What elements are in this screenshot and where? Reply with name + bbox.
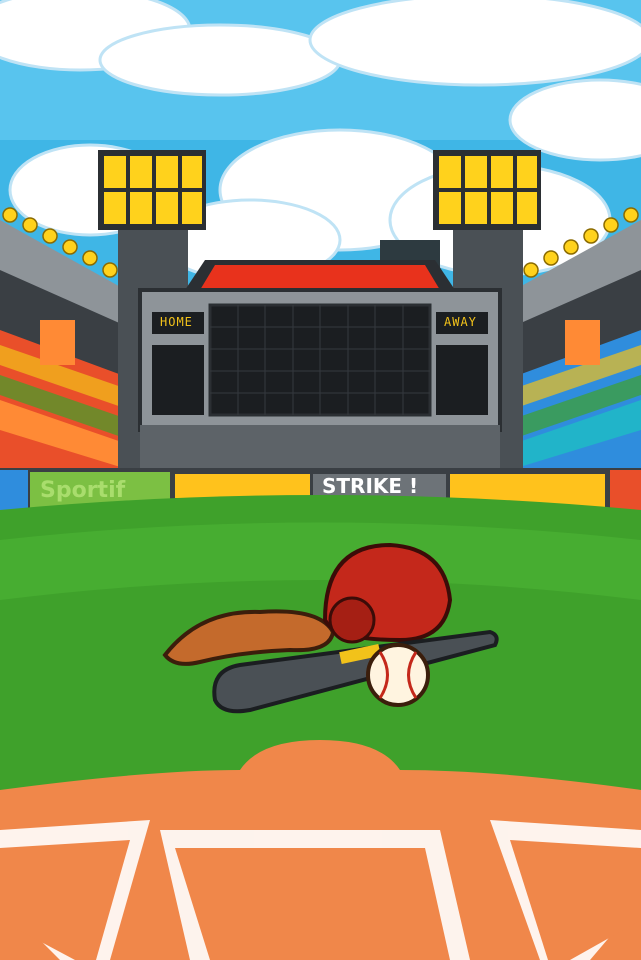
game-scene: HOME AWAY Sportif STRIKE ! (0, 0, 641, 960)
equipment-group (162, 542, 499, 714)
baseball-icon (366, 643, 430, 707)
batting-helmet-icon (322, 542, 453, 644)
